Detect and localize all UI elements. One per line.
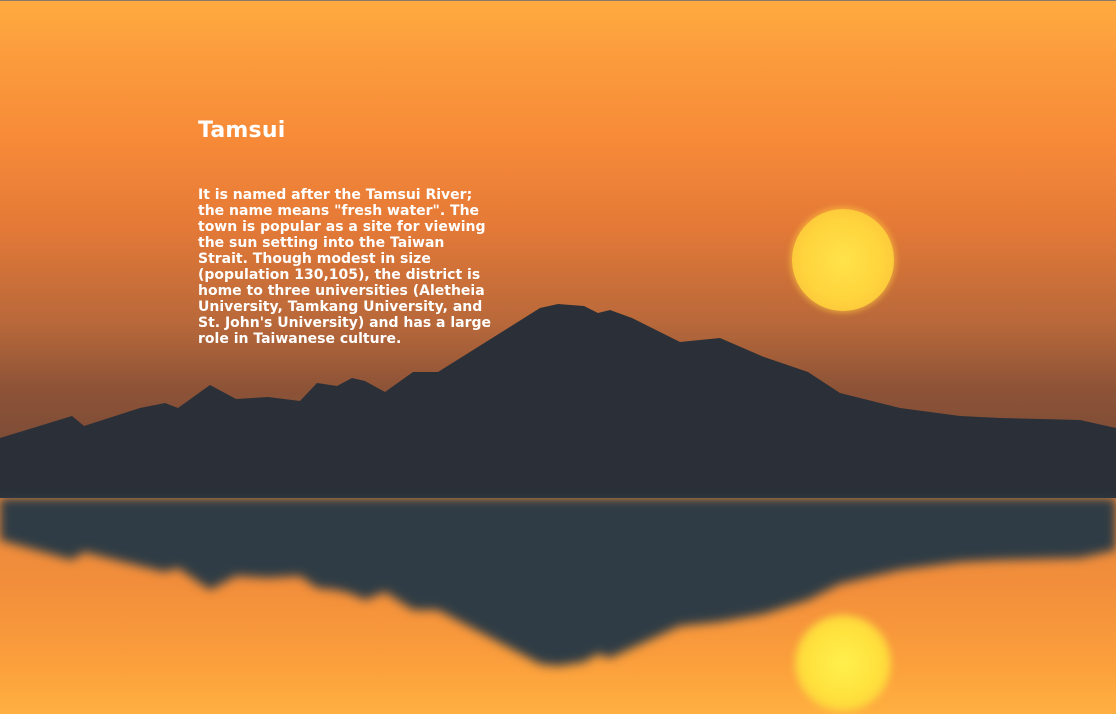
mountain-silhouette [0,304,1116,498]
location-title: Tamsui [198,118,286,143]
mountain-reflection [0,498,1116,666]
sun-reflection [795,615,891,711]
mountain-range [0,304,1116,498]
sunset-scene: Tamsui It is named after the Tamsui Rive… [0,0,1116,714]
location-description: It is named after the Tamsui River; the … [198,187,492,347]
reflection-shape [0,498,1116,666]
